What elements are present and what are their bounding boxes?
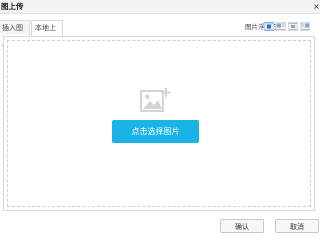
close-icon[interactable]: × — [313, 1, 320, 12]
dialog-titlebar: 图上传 × — [0, 0, 320, 14]
float-right-button[interactable] — [300, 22, 310, 31]
image-add-icon — [140, 85, 174, 113]
float-center-button[interactable] — [288, 22, 298, 31]
dialog-title: 图上传 — [1, 2, 24, 11]
cancel-button[interactable]: 取消 — [275, 219, 319, 233]
float-left-button[interactable] — [276, 22, 286, 31]
confirm-button[interactable]: 确认 — [220, 219, 264, 233]
float-left-icon — [276, 22, 286, 31]
float-center-icon — [288, 22, 298, 31]
tab-local-upload[interactable]: 本地上传 — [31, 20, 63, 47]
float-none-icon — [264, 22, 274, 31]
float-right-icon — [300, 22, 310, 31]
tab-insert-image[interactable]: 插入图片 — [0, 20, 30, 47]
select-image-button[interactable]: 点击选择图片 — [112, 120, 199, 143]
float-none-button[interactable] — [264, 22, 274, 31]
